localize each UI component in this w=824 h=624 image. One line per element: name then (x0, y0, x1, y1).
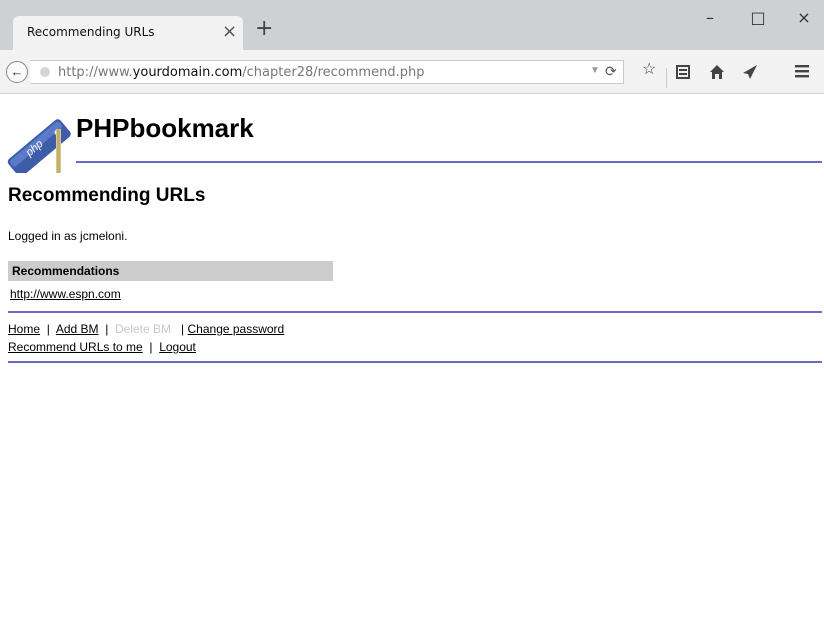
menu-separator: | (181, 322, 185, 336)
url-bar[interactable]: http://www.yourdomain.com/chapter28/reco… (30, 60, 624, 84)
recommend-urls-link[interactable]: Recommend URLs to me (8, 340, 143, 354)
send-icon[interactable] (742, 64, 758, 80)
footer-divider (8, 361, 822, 363)
menu-separator: | (105, 322, 109, 336)
star-icon[interactable]: ☆ (642, 62, 656, 78)
logged-in-status: Logged in as jcmeloni. (8, 229, 128, 243)
back-arrow-icon[interactable]: ← (6, 61, 28, 83)
recommendations-header: Recommendations (8, 261, 333, 281)
minimize-button[interactable]: – (690, 4, 730, 32)
tab-title: Recommending URLs (27, 25, 155, 39)
recommendations-header-label: Recommendations (12, 264, 120, 278)
menu-icon[interactable] (794, 64, 810, 78)
maximize-button[interactable]: □ (738, 4, 778, 32)
url-text[interactable]: http://www.yourdomain.com/chapter28/reco… (58, 65, 424, 80)
menu-separator: | (149, 340, 153, 354)
header-divider (76, 161, 822, 163)
page-title: Recommending URLs (8, 185, 206, 206)
site-info-icon[interactable] (40, 67, 50, 77)
browser-tab[interactable]: Recommending URLs × (13, 16, 243, 50)
site-title: PHPbookmark (76, 113, 254, 143)
toolbar-separator (666, 68, 667, 88)
change-password-link[interactable]: Change password (188, 322, 285, 336)
tab-close-icon[interactable]: × (222, 21, 237, 42)
delete-bm-link-disabled: Delete BM (114, 322, 172, 336)
menu-row-1: Home | Add BM | Delete BM | Change passw… (8, 322, 284, 336)
menu-separator: | (46, 322, 50, 336)
php-logo: php (7, 119, 71, 173)
new-tab-button[interactable]: + (255, 18, 273, 40)
home-icon[interactable] (709, 64, 725, 80)
reload-icon[interactable]: ⟳ (605, 63, 617, 80)
logout-link[interactable]: Logout (159, 340, 196, 354)
menu-row-2: Recommend URLs to me | Logout (8, 340, 196, 354)
page-content: php PHPbookmark Recommending URLs Logged… (0, 95, 824, 624)
add-bm-link[interactable]: Add BM (56, 322, 99, 336)
home-link[interactable]: Home (8, 322, 40, 336)
close-window-button[interactable]: × (784, 4, 824, 32)
reading-list-icon[interactable] (676, 65, 690, 79)
browser-navbar: ← http://www.yourdomain.com/chapter28/re… (0, 50, 824, 94)
content-divider (8, 311, 822, 313)
recommended-url-link[interactable]: http://www.espn.com (10, 287, 121, 301)
history-dropdown-icon[interactable]: ▼ (590, 65, 600, 76)
browser-titlebar: Recommending URLs × + – □ × (0, 0, 824, 50)
